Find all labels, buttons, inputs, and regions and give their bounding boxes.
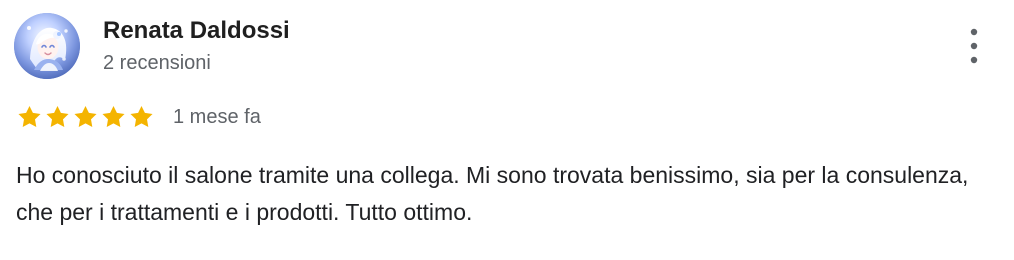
star-rating (16, 104, 155, 131)
star-icon (46, 105, 69, 127)
star-icon (130, 105, 153, 127)
review-card: Renata Daldossi 2 recensioni 1 mese fa H… (0, 0, 1014, 260)
review-count[interactable]: 2 recensioni (103, 50, 211, 76)
star-icon (74, 105, 97, 127)
review-text: Ho conosciuto il salone tramite una coll… (16, 162, 969, 225)
star-icon (102, 105, 125, 127)
more-vertical-icon (970, 28, 978, 64)
avatar[interactable] (14, 13, 80, 79)
review-time: 1 mese fa (173, 106, 261, 128)
anime-avatar-icon (14, 13, 80, 79)
reviewer-name[interactable]: Renata Daldossi (103, 16, 290, 46)
rating-row: 1 mese fa (16, 103, 261, 131)
more-options-button[interactable] (958, 26, 990, 66)
star-icon (18, 105, 41, 127)
